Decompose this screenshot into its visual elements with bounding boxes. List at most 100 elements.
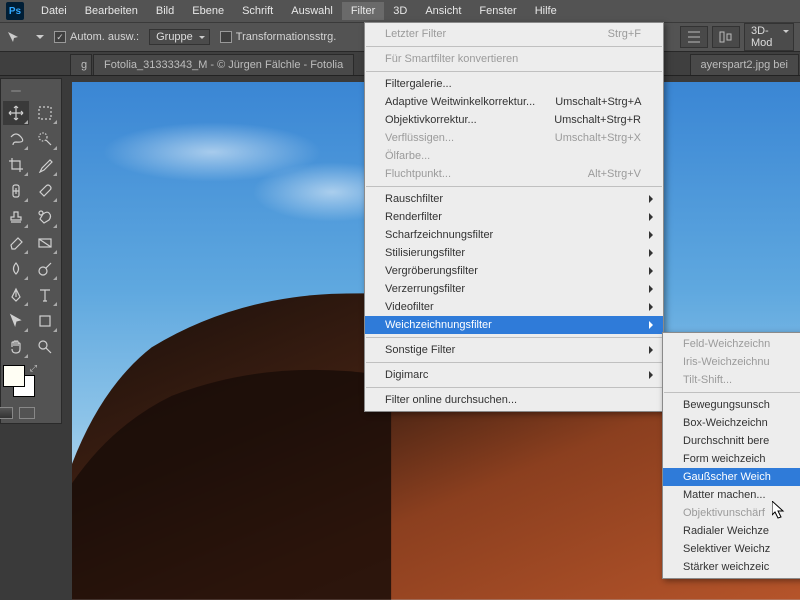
menu-item[interactable]: Digimarc	[365, 366, 663, 384]
submenu-arrow-icon	[649, 231, 657, 239]
pen-tool[interactable]	[3, 283, 29, 307]
menu-item[interactable]: Rauschfilter	[365, 190, 663, 208]
align-btn-2[interactable]	[712, 26, 740, 48]
menu-item[interactable]: Stärker weichzeic	[663, 558, 800, 576]
quick-select-tool[interactable]	[32, 127, 58, 151]
menu-schrift[interactable]: Schrift	[233, 2, 282, 20]
menu-item[interactable]: Matter machen...	[663, 486, 800, 504]
move-tool[interactable]	[3, 101, 29, 125]
menu-hilfe[interactable]: Hilfe	[526, 2, 566, 20]
menu-item: Für Smartfilter konvertieren	[365, 50, 663, 68]
submenu-arrow-icon	[649, 267, 657, 275]
menu-item[interactable]: Stilisierungsfilter	[365, 244, 663, 262]
submenu-arrow-icon	[649, 195, 657, 203]
menu-item[interactable]: Gaußscher Weich	[663, 468, 800, 486]
tool-panel: ⤢	[0, 78, 62, 424]
history-brush-tool[interactable]	[32, 205, 58, 229]
menu-item[interactable]: Sonstige Filter	[365, 341, 663, 359]
menu-separator	[366, 46, 662, 47]
screen-mode-row	[3, 403, 29, 419]
menu-datei[interactable]: Datei	[32, 2, 76, 20]
menu-item[interactable]: Filter online durchsuchen...	[365, 391, 663, 409]
shape-tool[interactable]	[32, 309, 58, 333]
menu-item[interactable]: Weichzeichnungsfilter	[365, 316, 663, 334]
menu-item: Objektivunschärf	[663, 504, 800, 522]
menu-item: Verflüssigen...Umschalt+Strg+X	[365, 129, 663, 147]
menu-item[interactable]: Videofilter	[365, 298, 663, 316]
hand-tool[interactable]	[3, 335, 29, 359]
quickmask-icon[interactable]	[0, 407, 13, 419]
crop-tool[interactable]	[3, 153, 29, 177]
menu-item[interactable]: Adaptive Weitwinkelkorrektur...Umschalt+…	[365, 93, 663, 111]
3d-mode-dropdown[interactable]: 3D-Mod	[744, 23, 794, 51]
dropdown-arrow-icon[interactable]	[36, 35, 44, 43]
swap-colors-icon[interactable]: ⤢	[30, 363, 37, 374]
move-tool-preset-icon[interactable]	[6, 29, 26, 45]
stamp-tool[interactable]	[3, 205, 29, 229]
color-swatches[interactable]: ⤢	[3, 361, 29, 401]
blur-submenu: Feld-WeichzeichnIris-WeichzeichnuTilt-Sh…	[662, 332, 800, 579]
menu-bearbeiten[interactable]: Bearbeiten	[76, 2, 147, 20]
menu-item[interactable]: Box-Weichzeichn	[663, 414, 800, 432]
menu-ebene[interactable]: Ebene	[183, 2, 233, 20]
marquee-tool[interactable]	[32, 101, 58, 125]
group-dropdown[interactable]: Gruppe	[149, 29, 210, 45]
menu-bild[interactable]: Bild	[147, 2, 183, 20]
submenu-arrow-icon	[649, 303, 657, 311]
transform-checkbox[interactable]: Transformationsstrg.	[220, 31, 336, 43]
menu-item[interactable]: Durchschnitt bere	[663, 432, 800, 450]
menu-item[interactable]: Verzerrungsfilter	[365, 280, 663, 298]
document-tab-3[interactable]: ayerspart2.jpg bei	[690, 54, 799, 75]
menu-item[interactable]: Selektiver Weichz	[663, 540, 800, 558]
brush-tool[interactable]	[32, 179, 58, 203]
menu-item[interactable]: Objektivkorrektur...Umschalt+Strg+R	[365, 111, 663, 129]
menu-bar: Ps DateiBearbeitenBildEbeneSchriftAuswah…	[0, 0, 800, 22]
path-select-tool[interactable]	[3, 309, 29, 333]
eyedropper-tool[interactable]	[32, 153, 58, 177]
menu-item[interactable]: Bewegungsunsch	[663, 396, 800, 414]
menu-item: Iris-Weichzeichnu	[663, 353, 800, 371]
type-tool[interactable]	[32, 283, 58, 307]
submenu-arrow-icon	[649, 285, 657, 293]
menu-filter[interactable]: Filter	[342, 2, 384, 20]
menu-item: Letzter FilterStrg+F	[365, 25, 663, 43]
menu-item[interactable]: Radialer Weichze	[663, 522, 800, 540]
menu-separator	[366, 337, 662, 338]
menu-item: Tilt-Shift...	[663, 371, 800, 389]
screen-mode-icon[interactable]	[19, 407, 35, 419]
menu-separator	[366, 387, 662, 388]
document-tab-1[interactable]: g	[70, 54, 92, 75]
auto-select-checkbox[interactable]: ✓Autom. ausw.:	[54, 31, 139, 43]
submenu-arrow-icon	[649, 371, 657, 379]
auto-select-label: Autom. ausw.:	[70, 31, 139, 43]
eraser-tool[interactable]	[3, 231, 29, 255]
menu-item[interactable]: Form weichzeich	[663, 450, 800, 468]
menu-separator	[664, 392, 800, 393]
menu-3d[interactable]: 3D	[384, 2, 416, 20]
submenu-arrow-icon	[649, 213, 657, 221]
gradient-tool[interactable]	[32, 231, 58, 255]
menu-separator	[366, 362, 662, 363]
dodge-tool[interactable]	[32, 257, 58, 281]
menu-item[interactable]: Scharfzeichnungsfilter	[365, 226, 663, 244]
blur-tool[interactable]	[3, 257, 29, 281]
transform-label: Transformationsstrg.	[236, 31, 336, 43]
filter-dropdown-menu: Letzter FilterStrg+F Für Smartfilter konv…	[364, 22, 664, 412]
menu-separator	[366, 71, 662, 72]
menu-item[interactable]: Renderfilter	[365, 208, 663, 226]
submenu-arrow-icon	[649, 346, 657, 354]
menu-item[interactable]: Vergröberungsfilter	[365, 262, 663, 280]
document-tab-2[interactable]: Fotolia_31333343_M - © Jürgen Fälchle - …	[93, 54, 354, 75]
foreground-color-swatch[interactable]	[3, 365, 25, 387]
menu-separator	[366, 186, 662, 187]
align-btn-1[interactable]	[680, 26, 708, 48]
menu-auswahl[interactable]: Auswahl	[282, 2, 342, 20]
lasso-tool[interactable]	[3, 127, 29, 151]
healing-tool[interactable]	[3, 179, 29, 203]
menu-item: Fluchtpunkt...Alt+Strg+V	[365, 165, 663, 183]
menu-ansicht[interactable]: Ansicht	[416, 2, 470, 20]
panel-grip[interactable]	[3, 83, 29, 99]
menu-item[interactable]: Filtergalerie...	[365, 75, 663, 93]
zoom-tool[interactable]	[32, 335, 58, 359]
menu-fenster[interactable]: Fenster	[470, 2, 525, 20]
